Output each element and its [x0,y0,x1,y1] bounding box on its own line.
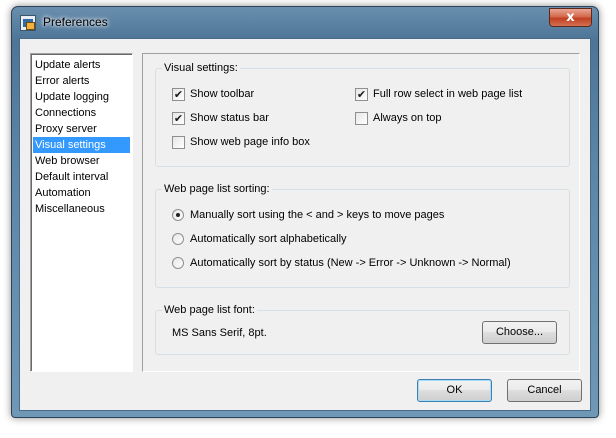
sidebar-item-default-interval[interactable]: Default interval [33,169,130,185]
show-status-bar-label: Show status bar [190,112,269,124]
sidebar-item-automation[interactable]: Automation [33,185,130,201]
sort-alphabetical-radio[interactable]: Automatically sort alphabetically [172,231,347,247]
font-legend: Web page list font: [162,304,257,317]
sorting-group: Web page list sorting: Manually sort usi… [155,183,570,288]
sidebar-item-miscellaneous[interactable]: Miscellaneous [33,201,130,217]
show-info-box-label: Show web page info box [190,136,310,148]
full-row-select-checkbox[interactable]: ✔ Full row select in web page list [355,86,522,102]
always-on-top-check-icon[interactable] [355,112,368,125]
always-on-top-label: Always on top [373,112,442,124]
show-status-bar-checkbox[interactable]: ✔ Show status bar [172,110,269,126]
sidebar-item-update-alerts[interactable]: Update alerts [33,57,130,73]
ok-button[interactable]: OK [417,379,492,402]
window-title: Preferences [43,15,108,29]
dialog-client-area: Update alerts Error alerts Update loggin… [19,38,591,411]
show-info-box-checkbox[interactable]: Show web page info box [172,134,310,150]
settings-panel: Visual settings: ✔ Show toolbar ✔ Show s… [142,53,580,372]
sort-status-radio-icon[interactable] [172,257,184,269]
visual-settings-legend: Visual settings: [162,62,240,75]
sort-alphabetical-label: Automatically sort alphabetically [190,233,347,245]
title-bar[interactable]: Preferences x [12,7,598,37]
show-toolbar-label: Show toolbar [190,88,255,100]
show-toolbar-checkbox[interactable]: ✔ Show toolbar [172,86,254,102]
sidebar-item-visual-settings[interactable]: Visual settings [33,137,130,153]
sort-manual-radio-icon[interactable] [172,209,184,221]
settings-category-list[interactable]: Update alerts Error alerts Update loggin… [30,53,133,372]
sidebar-item-update-logging[interactable]: Update logging [33,89,130,105]
sort-manual-label: Manually sort using the < and > keys to … [190,209,445,221]
font-value: MS Sans Serif, 8pt. [172,327,267,339]
choose-font-button[interactable]: Choose... [482,321,557,344]
preferences-window: Preferences x Update alerts Error alerts… [11,6,599,418]
sort-alphabetical-radio-icon[interactable] [172,233,184,245]
font-group: Web page list font: MS Sans Serif, 8pt. … [155,304,570,355]
show-status-bar-check-icon[interactable]: ✔ [172,112,185,125]
app-icon[interactable] [20,15,36,31]
full-row-select-label: Full row select in web page list [373,88,523,100]
sidebar-item-error-alerts[interactable]: Error alerts [33,73,130,89]
show-info-box-check-icon[interactable] [172,136,185,149]
sidebar-item-proxy-server[interactable]: Proxy server [33,121,130,137]
sorting-legend: Web page list sorting: [162,183,272,196]
sort-status-label: Automatically sort by status (New -> Err… [190,257,511,269]
cancel-button[interactable]: Cancel [507,379,582,402]
show-toolbar-check-icon[interactable]: ✔ [172,88,185,101]
close-button[interactable]: x [549,8,592,27]
sidebar-item-connections[interactable]: Connections [33,105,130,121]
visual-settings-group: Visual settings: ✔ Show toolbar ✔ Show s… [155,62,570,167]
sort-status-radio[interactable]: Automatically sort by status (New -> Err… [172,255,511,271]
always-on-top-checkbox[interactable]: Always on top [355,110,441,126]
full-row-select-check-icon[interactable]: ✔ [355,88,368,101]
sidebar-item-web-browser[interactable]: Web browser [33,153,130,169]
sort-manual-radio[interactable]: Manually sort using the < and > keys to … [172,207,444,223]
